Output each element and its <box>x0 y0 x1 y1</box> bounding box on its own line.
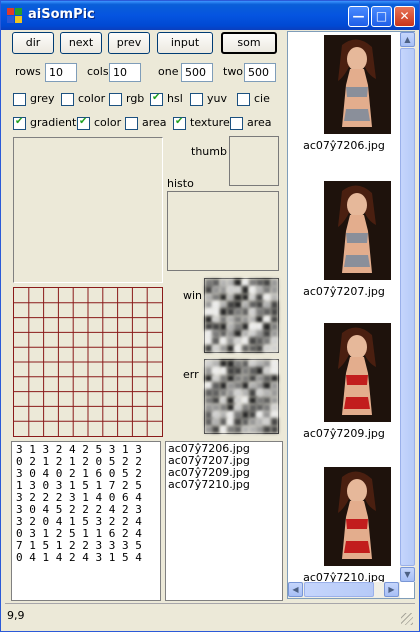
som-grid[interactable] <box>13 287 163 437</box>
file-list-item[interactable]: ac07ŷ7210.jpg <box>168 479 280 491</box>
winner-matrix: 3 1 3 2 4 2 5 3 1 30 2 1 2 1 2 0 5 2 23 … <box>11 441 161 601</box>
scroll-thumb[interactable] <box>400 48 415 566</box>
close-icon: ✕ <box>399 9 410 23</box>
gallery-thumbnail[interactable] <box>324 35 391 134</box>
rows-input[interactable]: 10 <box>45 63 77 82</box>
rows-label: rows <box>15 65 41 78</box>
heatmap-cell <box>270 425 279 434</box>
gallery-thumbnail[interactable] <box>324 323 391 422</box>
one-input[interactable]: 500 <box>181 63 213 82</box>
histo-label: histo <box>167 177 194 190</box>
title-bar[interactable]: aiSomPic — □ ✕ <box>1 1 419 30</box>
dir-button[interactable]: dir <box>12 32 54 54</box>
chevron-up-icon: ▲ <box>404 35 411 44</box>
err-heatmap <box>204 359 279 434</box>
histogram-view <box>167 191 279 271</box>
gallery-caption: ac07ŷ7209.jpg <box>303 427 385 440</box>
yuv-label: yuv <box>207 92 227 105</box>
resize-grip[interactable] <box>401 613 413 625</box>
chevron-right-icon: ▶ <box>388 585 395 594</box>
color-feature-label: color <box>94 116 122 129</box>
texture-checkbox[interactable] <box>173 116 186 130</box>
scroll-down-button[interactable]: ▼ <box>400 567 415 582</box>
minimize-icon: — <box>352 9 365 23</box>
rgb-checkbox[interactable] <box>109 93 122 106</box>
status-bar: 9,9 <box>5 603 415 627</box>
app-icon <box>7 8 23 24</box>
scroll-left-button[interactable]: ◀ <box>288 582 303 597</box>
cie-checkbox[interactable] <box>237 93 250 106</box>
rgb-label: rgb <box>126 92 145 105</box>
maximize-button[interactable]: □ <box>371 6 392 27</box>
prev-button[interactable]: prev <box>108 32 150 54</box>
win-heatmap <box>204 278 279 353</box>
texture-area-label: area <box>247 116 272 129</box>
one-label: one <box>158 65 179 78</box>
image-gallery[interactable]: ac07ŷ7206.jpg ac07ŷ7207.jpg ac07ŷ7209.jpg a… <box>287 31 415 599</box>
two-label: two <box>223 65 244 78</box>
app-window: aiSomPic — □ ✕ dir next prev input som r… <box>0 0 420 632</box>
gallery-horizontal-scrollbar[interactable]: ◀ ▶ <box>288 582 400 598</box>
file-list[interactable]: ac07ŷ7206.jpg ac07ŷ7207.jpg ac07ŷ7209.jpg a… <box>165 441 283 601</box>
next-button[interactable]: next <box>60 32 102 54</box>
scroll-right-button[interactable]: ▶ <box>384 582 399 597</box>
input-button[interactable]: input <box>157 32 213 54</box>
err-label: err <box>183 368 199 381</box>
heatmap-cell <box>270 344 279 353</box>
color-label: color <box>78 92 106 105</box>
window-title: aiSomPic <box>28 7 95 22</box>
maximize-icon: □ <box>375 9 388 23</box>
two-input[interactable]: 500 <box>244 63 276 82</box>
grey-label: grey <box>30 92 55 105</box>
gallery-caption: ac07ŷ7207.jpg <box>303 285 385 298</box>
chevron-left-icon: ◀ <box>292 585 299 594</box>
color-checkbox[interactable] <box>61 93 74 106</box>
som-grid-lines <box>14 288 162 436</box>
chevron-down-icon: ▼ <box>404 570 411 579</box>
color-area-checkbox[interactable] <box>125 117 138 130</box>
cols-label: cols <box>87 65 109 78</box>
thumb-view <box>229 136 279 186</box>
status-text: 9,9 <box>7 609 25 622</box>
color-feature-checkbox[interactable] <box>77 116 90 130</box>
win-label: win <box>183 289 203 302</box>
gallery-vertical-scrollbar[interactable]: ▲ ▼ <box>400 32 415 582</box>
som-button[interactable]: som <box>221 32 277 54</box>
matrix-row: 0 4 1 4 2 4 3 1 5 4 <box>16 551 142 564</box>
gallery-thumbnail[interactable] <box>324 467 391 566</box>
image-preview <box>13 137 163 283</box>
color-area-label: area <box>142 116 167 129</box>
cie-label: cie <box>254 92 270 105</box>
gallery-caption: ac07ŷ7206.jpg <box>303 139 385 152</box>
minimize-button[interactable]: — <box>348 6 369 27</box>
gradient-checkbox[interactable] <box>13 116 26 130</box>
grey-checkbox[interactable] <box>13 93 26 106</box>
gallery-thumbnail[interactable] <box>324 181 391 280</box>
yuv-checkbox[interactable] <box>190 93 203 106</box>
hsl-checkbox[interactable] <box>150 92 163 106</box>
scroll-up-button[interactable]: ▲ <box>400 32 415 47</box>
horizontal-scroll-thumb[interactable] <box>304 582 374 597</box>
texture-area-checkbox[interactable] <box>230 117 243 130</box>
thumb-label: thumb <box>191 145 227 158</box>
texture-label: texture <box>190 116 230 129</box>
gradient-label: gradient <box>30 116 77 129</box>
close-button[interactable]: ✕ <box>394 6 415 27</box>
hsl-label: hsl <box>167 92 183 105</box>
cols-input[interactable]: 10 <box>109 63 141 82</box>
client-area: dir next prev input som rows 10 cols 10 … <box>5 31 415 629</box>
